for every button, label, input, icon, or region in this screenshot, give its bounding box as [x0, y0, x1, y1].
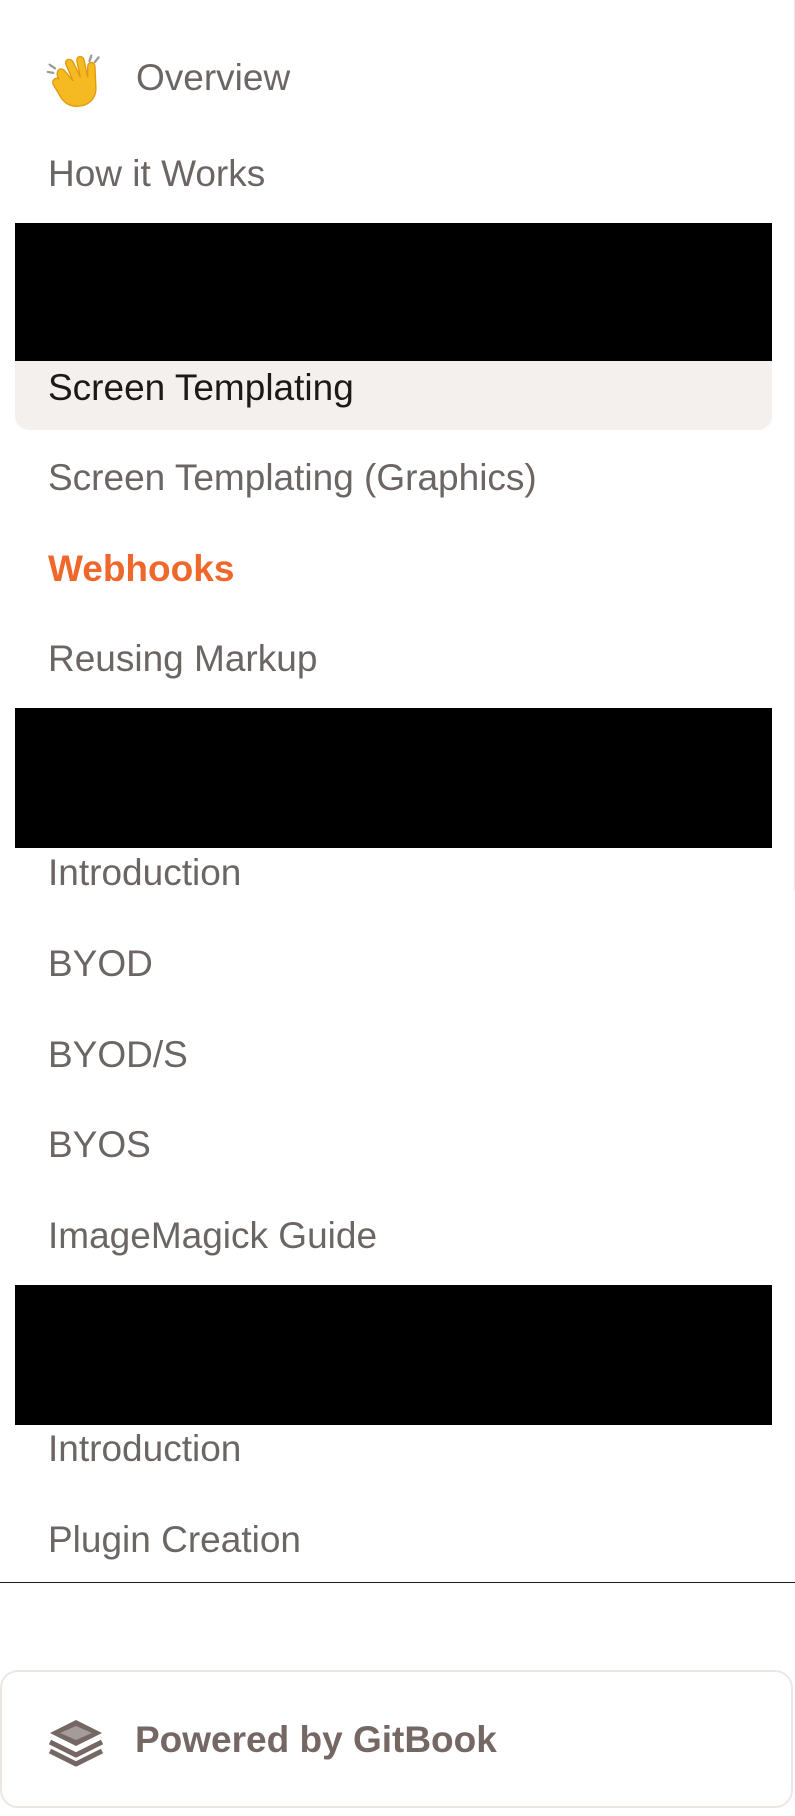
sidebar-item-screen-templating[interactable]: Screen Templating — [48, 366, 354, 410]
sidebar-item-introduction[interactable]: Introduction — [48, 851, 241, 895]
sidebar-item-label: Overview — [136, 57, 291, 98]
powered-by-label: Powered by GitBook — [135, 1719, 497, 1760]
gitbook-icon — [48, 1720, 104, 1767]
sidebar-item-how-it-works[interactable]: How it Works — [48, 152, 265, 196]
divider — [0, 1582, 795, 1583]
sidebar-item-plugin-creation[interactable]: Plugin Creation — [48, 1518, 301, 1562]
sidebar-nav: Overview How it Works Screen Templating … — [0, 0, 795, 1816]
sidebar-item-reusing-markup[interactable]: Reusing Markup — [48, 637, 317, 681]
redacted-block — [15, 1285, 772, 1425]
sidebar-item-imagemagick-guide[interactable]: ImageMagick Guide — [48, 1214, 377, 1258]
redacted-block — [15, 708, 772, 848]
waving-hand-icon — [46, 54, 100, 108]
sidebar-item-byods[interactable]: BYOD/S — [48, 1033, 188, 1077]
powered-by-gitbook-link[interactable]: Powered by GitBook — [0, 1670, 793, 1808]
sidebar-item-introduction[interactable]: Introduction — [48, 1427, 241, 1471]
sidebar-item-webhooks[interactable]: Webhooks — [48, 547, 234, 591]
sidebar-item-byod[interactable]: BYOD — [48, 942, 153, 986]
redacted-block — [15, 223, 772, 361]
sidebar-item-byos[interactable]: BYOS — [48, 1123, 151, 1167]
sidebar-item-screen-templating-graphics[interactable]: Screen Templating (Graphics) — [48, 456, 537, 500]
sidebar-item-overview[interactable]: Overview — [0, 0, 795, 140]
